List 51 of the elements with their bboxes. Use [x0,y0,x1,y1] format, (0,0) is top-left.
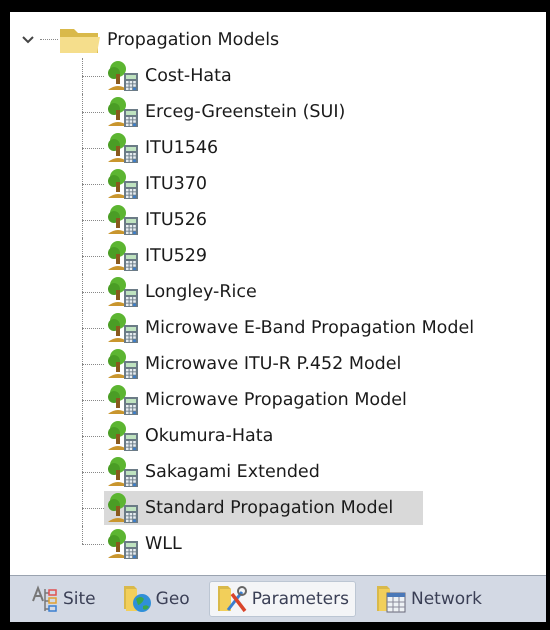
tree-connector-line [82,202,104,238]
tree-item[interactable]: Microwave Propagation Model [104,383,437,417]
tree-item[interactable]: Erceg-Greenstein (SUI) [104,95,376,129]
tree-calculator-icon [106,60,140,92]
tree-connector-line [82,58,104,94]
tab[interactable]: Parameters [208,581,356,617]
tree-calculator-icon [106,384,140,416]
tree-calculator-icon [106,420,140,452]
tree-item[interactable]: Standard Propagation Model [104,491,424,525]
tree-connector-line [82,382,104,418]
tree-item[interactable]: WLL [104,527,212,561]
tree-connector-line [40,39,58,41]
tree-calculator-icon [106,492,140,524]
folder-globe-icon [122,584,152,614]
tree-item[interactable]: Microwave E-Band Propagation Model [104,311,504,345]
folder-table-icon [375,584,407,614]
tree-connector-line [82,310,104,346]
tree-connector-line [82,166,104,202]
tree-calculator-icon [106,456,140,488]
tree-calculator-icon [106,96,140,128]
outline-icon [31,585,59,613]
tree-calculator-icon [106,204,140,236]
folder-tools-icon [216,584,248,614]
tree-calculator-icon [106,168,140,200]
tree-item[interactable]: ITU529 [104,239,238,273]
tab[interactable]: Geo [114,581,197,617]
tree-connector-line [82,346,104,382]
tree-connector-line [82,454,104,490]
tree-item[interactable]: Cost-Hata [104,59,262,93]
tree-connector-line [82,94,104,130]
tree-calculator-icon [106,312,140,344]
tree-connector-line [82,274,104,310]
tree-connector-line [82,130,104,166]
tree-item[interactable]: ITU1546 [104,131,248,165]
tree-item[interactable]: ITU526 [104,203,238,237]
tree-calculator-icon [106,132,140,164]
tree-item[interactable]: Okumura-Hata [104,419,304,453]
tree-item[interactable]: ITU370 [104,167,238,201]
tree-connector-line [82,490,104,526]
tree-calculator-icon [106,528,140,560]
tree-calculator-icon [106,348,140,380]
tree-item[interactable]: Microwave ITU-R P.452 Model [104,347,432,381]
tree-connector-line [82,238,104,274]
tree-item[interactable]: Sakagami Extended [104,455,350,489]
tree-calculator-icon [106,276,140,308]
tree-connector-line [82,418,104,454]
tree-item[interactable]: Longley-Rice [104,275,287,309]
tab[interactable]: Site [24,581,103,617]
tree-folder-label[interactable]: Propagation Models [102,26,286,54]
tab[interactable]: Network [368,581,489,617]
tree-calculator-icon [106,240,140,272]
